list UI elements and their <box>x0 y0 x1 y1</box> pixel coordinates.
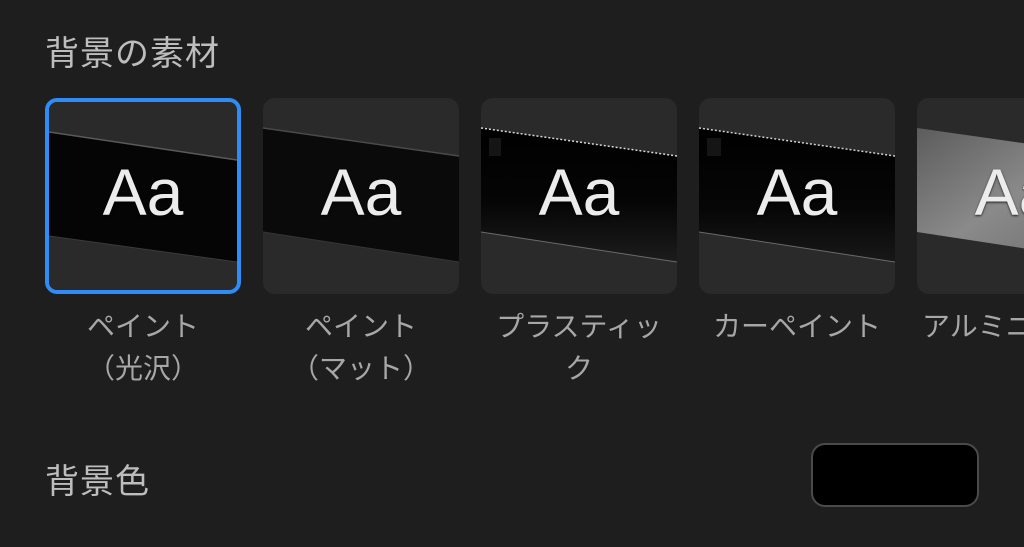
material-label: プラスティッ ク <box>496 310 662 385</box>
background-color-label: 背景色 <box>45 462 150 502</box>
section-title-background-material: 背景の素材 <box>45 34 220 74</box>
sample-text: Aa <box>974 155 1024 229</box>
material-label: アルミニ <box>922 310 1024 343</box>
background-color-row: 背景色 <box>45 443 979 510</box>
sample-text: Aa <box>102 155 184 229</box>
material-picker: Aa ペイント （光沢） Aa ペイント （マット） Aa プラスティッ ク A… <box>45 98 1024 398</box>
sample-text: Aa <box>756 155 838 229</box>
sample-text: Aa <box>320 155 402 229</box>
material-label: カーペイント <box>712 310 881 343</box>
material-option-car-paint[interactable]: Aa カーペイント <box>699 98 895 348</box>
material-option-paint-gloss[interactable]: Aa ペイント （光沢） <box>45 98 241 390</box>
material-swatch[interactable]: Aa <box>481 98 677 294</box>
material-label: ペイント （マット） <box>290 310 431 385</box>
material-label: ペイント （光沢） <box>86 310 199 385</box>
material-swatch[interactable]: Aa <box>263 98 459 294</box>
material-option-aluminum[interactable]: Aa アルミニ <box>917 98 1024 348</box>
sample-text: Aa <box>538 155 620 229</box>
material-option-plastic[interactable]: Aa プラスティッ ク <box>481 98 677 390</box>
material-swatch[interactable]: Aa <box>699 98 895 294</box>
material-swatch[interactable]: Aa <box>917 98 1024 294</box>
material-option-paint-matte[interactable]: Aa ペイント （マット） <box>263 98 459 390</box>
material-swatch[interactable]: Aa <box>45 98 241 294</box>
background-color-well[interactable] <box>811 443 979 507</box>
